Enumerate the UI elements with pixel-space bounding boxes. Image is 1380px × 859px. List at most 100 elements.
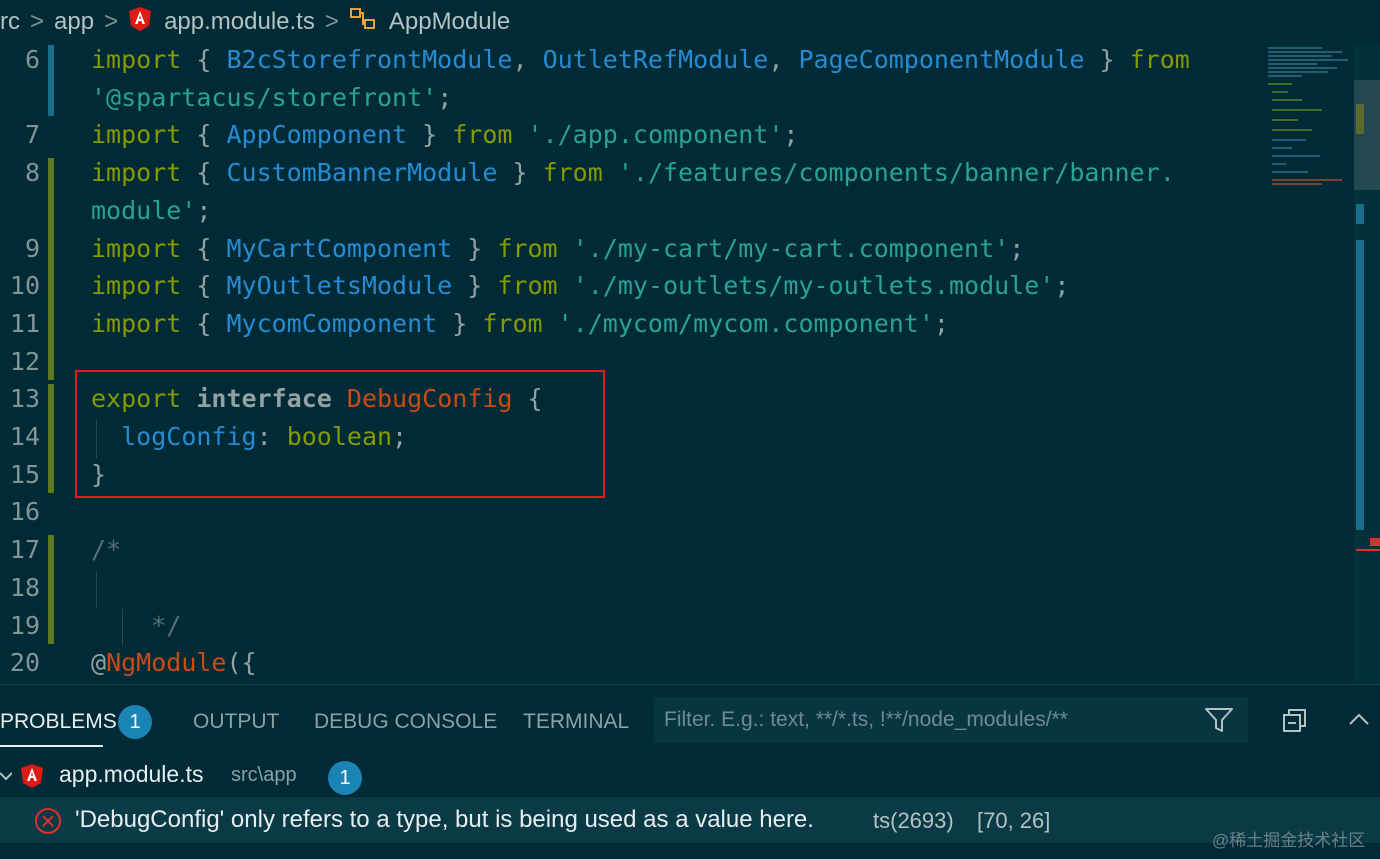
code-token: } <box>452 271 498 301</box>
code-token: } <box>452 233 498 263</box>
code-text: @NgModule({ <box>91 644 257 682</box>
code-token: from <box>482 308 543 338</box>
breadcrumb-separator: > <box>104 8 119 35</box>
code-text: import { MyOutletsModule } from './my-ou… <box>91 267 1069 305</box>
code-token: { <box>181 158 227 188</box>
line-number: 7 <box>24 120 40 150</box>
line-number: 13 <box>9 384 40 414</box>
collapse-all-icon[interactable] <box>1282 707 1308 738</box>
code-text: module'; <box>91 192 211 230</box>
code-token: } <box>1084 45 1130 74</box>
line-number: 10 <box>9 271 40 301</box>
breadcrumb-item-src[interactable]: rc <box>0 8 20 36</box>
problem-code: ts(2693) <box>873 808 954 833</box>
scrollbar-change-marker <box>1356 204 1364 224</box>
indent-guide <box>122 608 123 647</box>
code-token: } <box>407 120 453 150</box>
code-text: import { B2cStorefrontModule, OutletRefM… <box>91 44 1190 79</box>
code-token: { <box>181 45 227 74</box>
code-text: */ <box>91 607 181 645</box>
breadcrumb-item-symbol[interactable]: AppModule <box>389 8 510 36</box>
bottom-panel: PROBLEMS 1 OUTPUT DEBUG CONSOLE TERMINAL… <box>0 684 1380 859</box>
minimap[interactable] <box>1262 44 1354 194</box>
chevron-up-icon[interactable] <box>1348 711 1370 732</box>
breadcrumb: rc > app > app.module.ts > AppModule <box>0 0 1380 44</box>
tab-debug-console[interactable]: DEBUG CONSOLE <box>314 685 497 749</box>
line-number: 18 <box>9 572 40 602</box>
code-token: { <box>181 233 227 263</box>
line-number: 11 <box>9 308 40 338</box>
chevron-down-icon[interactable] <box>0 769 13 790</box>
code-token: ; <box>933 308 949 338</box>
code-token: @ <box>91 648 107 678</box>
tab-problems[interactable]: PROBLEMS <box>0 685 117 749</box>
code-token: NgModule <box>106 648 227 678</box>
code-token: PageComponentModule <box>798 45 1085 74</box>
problems-filter-input[interactable] <box>654 697 1248 743</box>
code-text: /* <box>91 531 121 569</box>
line-number: 6 <box>24 45 40 74</box>
line-number: 19 <box>9 610 40 640</box>
code-token: ; <box>1009 233 1025 263</box>
code-token: import <box>91 120 182 150</box>
line-number: 14 <box>9 422 40 451</box>
breadcrumb-separator: > <box>30 8 45 35</box>
code-token: import <box>91 271 182 301</box>
angular-icon <box>20 763 44 794</box>
code-token: from <box>542 158 603 188</box>
line-number: 16 <box>9 497 40 527</box>
code-token: from <box>497 233 558 263</box>
problems-count-badge: 1 <box>118 705 152 739</box>
code-token: } <box>497 158 543 188</box>
tab-terminal[interactable]: TERMINAL <box>523 685 629 749</box>
code-token: ({ <box>226 648 257 678</box>
code-token: { <box>181 120 227 150</box>
gutter-change-marker <box>48 384 54 494</box>
code-token: import <box>91 158 182 188</box>
code-token: './my-outlets/my-outlets.module' <box>572 271 1055 301</box>
line-number: 9 <box>24 233 40 263</box>
code-editor[interactable]: 6 import { B2cStorefrontModule, OutletRef… <box>0 44 1380 684</box>
code-token: from <box>1129 45 1190 74</box>
code-token: MyCartComponent <box>226 233 453 263</box>
code-token: from <box>497 271 558 301</box>
code-token: OutletRefModule <box>542 45 769 74</box>
watermark: @稀土掘金技术社区 <box>1212 831 1366 850</box>
scrollbar-thumb[interactable] <box>1354 80 1380 190</box>
breadcrumb-separator: > <box>324 8 339 35</box>
line-number: 8 <box>24 158 40 188</box>
code-token: from <box>452 120 513 150</box>
problem-file-row[interactable]: app.module.ts src\app 1 <box>0 759 1380 799</box>
line-number: 20 <box>9 648 40 678</box>
indent-guide <box>96 570 97 609</box>
error-icon <box>34 807 62 840</box>
code-token: ; <box>196 195 212 225</box>
code-token: AppComponent <box>226 120 408 150</box>
filter-icon[interactable] <box>1204 707 1234 738</box>
tab-output[interactable]: OUTPUT <box>193 685 279 749</box>
scrollbar-error-marker <box>1370 538 1380 546</box>
breadcrumb-item-app[interactable]: app <box>54 8 94 36</box>
code-token: './app.component' <box>527 120 784 150</box>
code-token: /* <box>91 535 122 565</box>
code-text: import { MyCartComponent } from './my-ca… <box>91 230 1024 268</box>
file-problems-count-badge: 1 <box>328 761 362 795</box>
code-token: MyOutletsModule <box>226 271 453 301</box>
breadcrumb-item-file[interactable]: app.module.ts <box>164 8 315 36</box>
code-text: import { CustomBannerModule } from './fe… <box>91 154 1175 192</box>
code-token: ; <box>1054 271 1070 301</box>
code-text: import { MycomComponent } from './mycom/… <box>91 305 949 343</box>
gutter-change-marker <box>48 535 54 645</box>
code-token: ; <box>783 120 799 150</box>
code-token: './my-cart/my-cart.component' <box>572 233 1010 263</box>
problem-item[interactable]: 'DebugConfig' only refers to a type, but… <box>0 797 1380 843</box>
code-token: , <box>512 45 543 74</box>
code-token: './features/components/banner/banner. <box>617 158 1175 188</box>
problem-file-name: app.module.ts <box>59 761 204 787</box>
code-token: { <box>181 271 227 301</box>
code-text: '@spartacus/storefront'; <box>91 79 452 117</box>
